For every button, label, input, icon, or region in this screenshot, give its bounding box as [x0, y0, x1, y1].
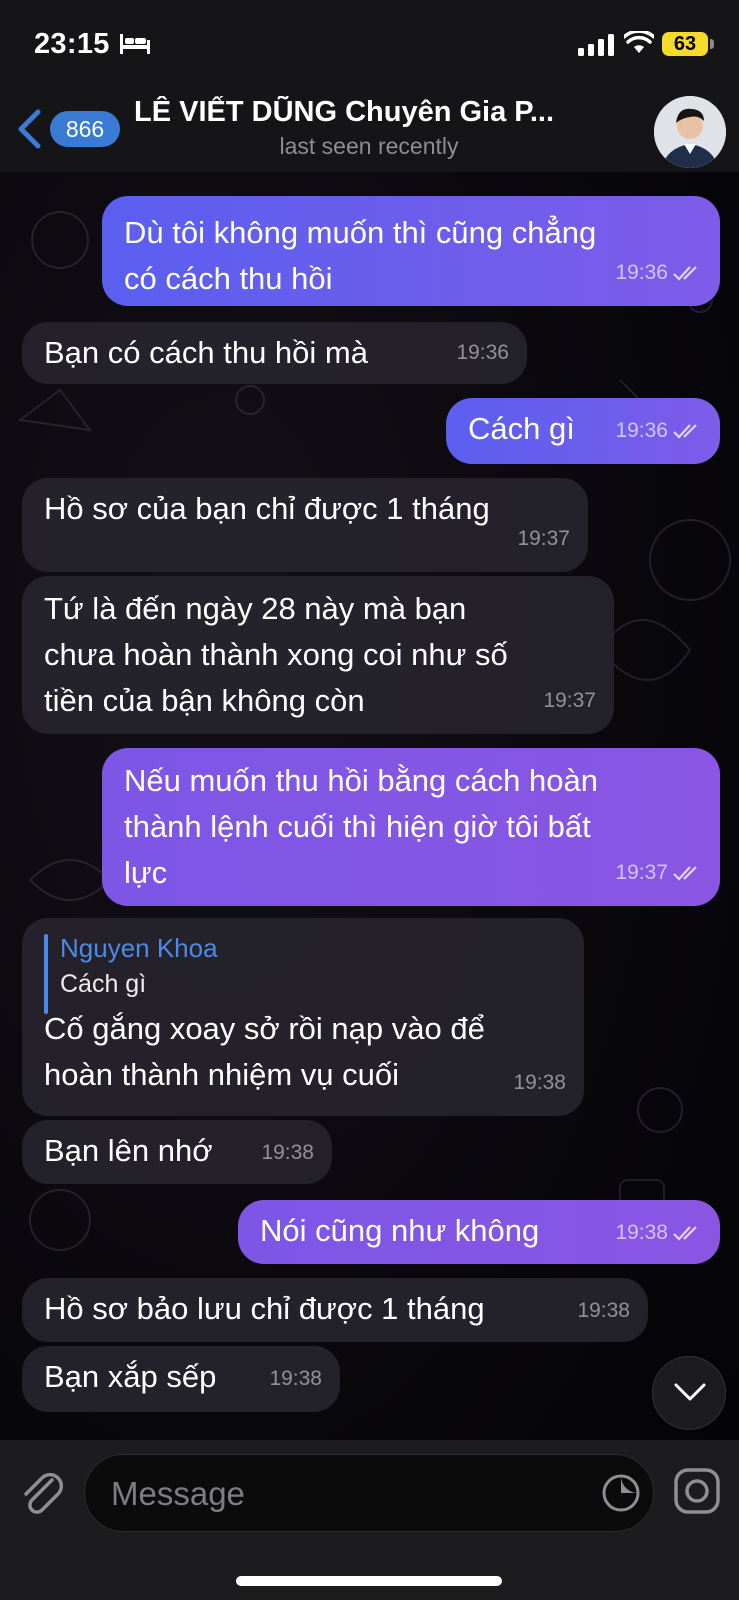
message-time: 19:38: [513, 1071, 566, 1094]
reply-author: Nguyen Khoa: [60, 933, 218, 963]
message-list[interactable]: Dù tôi không muốn thì cũng chẳng có cách…: [0, 172, 739, 1440]
message-incoming[interactable]: Tứ là đến ngày 28 này mà bạn chưa hoàn t…: [22, 576, 614, 734]
message-time: 19:38: [615, 1221, 668, 1244]
message-text: Hồ sơ của bạn chỉ được 1 tháng: [44, 491, 490, 526]
camera-icon[interactable]: [672, 1466, 722, 1516]
message-incoming[interactable]: Bạn có cách thu hồi mà 19:36: [22, 322, 527, 384]
message-text: Bạn lên nhớ: [44, 1133, 213, 1168]
message-incoming-reply[interactable]: Nguyen Khoa Cách gì Cố gắng xoay sở rồi …: [22, 918, 584, 1116]
message-outgoing[interactable]: Dù tôi không muốn thì cũng chẳng có cách…: [102, 196, 720, 306]
message-time: 19:38: [261, 1141, 314, 1164]
cellular-signal-icon: [578, 34, 614, 56]
chat-header: 23:15 63 866 LÊ VIẾT DŨNG Chuyên Gia P..…: [0, 0, 739, 172]
message-text: Nói cũng như không: [260, 1213, 540, 1248]
double-check-icon: [673, 1226, 697, 1241]
message-time: 19:36: [615, 261, 668, 284]
chevron-down-icon: [674, 1383, 706, 1401]
message-incoming[interactable]: Hồ sơ của bạn chỉ được 1 tháng 19:37: [22, 478, 588, 572]
message-time: 19:37: [517, 527, 570, 550]
status-bar: 23:15 63: [0, 0, 739, 90]
avatar[interactable]: [654, 96, 726, 168]
message-outgoing[interactable]: Nếu muốn thu hồi bằng cách hoàn thành lệ…: [102, 748, 720, 906]
message-text: Dù tôi không muốn thì cũng chẳng có cách…: [124, 215, 597, 296]
reply-text: Cách gì: [60, 970, 147, 998]
battery-tip: [710, 39, 714, 49]
message-time: 19:38: [269, 1367, 322, 1390]
message-composer: Message: [0, 1440, 739, 1600]
message-time: 19:37: [615, 861, 668, 884]
chevron-left-icon: [18, 109, 41, 149]
message-text: Tứ là đến ngày 28 này mà bạn chưa hoàn t…: [44, 591, 508, 718]
message-incoming[interactable]: Bạn lên nhớ 19:38: [22, 1120, 332, 1184]
back-button[interactable]: 866: [12, 105, 122, 151]
battery-level: 63: [662, 32, 708, 56]
chat-title[interactable]: LÊ VIẾT DŨNG Chuyên Gia P...: [134, 96, 604, 129]
message-text: Bạn xắp sếp: [44, 1359, 217, 1394]
status-time: 23:15: [34, 28, 110, 60]
message-time: 19:37: [543, 689, 596, 712]
message-placeholder: Message: [111, 1475, 245, 1512]
home-indicator: [236, 1576, 502, 1586]
message-input[interactable]: Message: [84, 1454, 654, 1532]
scroll-to-bottom-button[interactable]: [652, 1356, 726, 1430]
message-text: Cố gắng xoay sở rồi nạp vào để hoàn thàn…: [44, 1011, 485, 1092]
bed-icon: [120, 34, 150, 54]
message-text: Bạn có cách thu hồi mà: [44, 335, 368, 370]
message-time: 19:38: [577, 1299, 630, 1322]
message-incoming[interactable]: Hồ sơ bảo lưu chỉ được 1 tháng 19:38: [22, 1278, 648, 1342]
double-check-icon: [673, 266, 697, 281]
message-time: 19:36: [615, 419, 668, 442]
message-text: Hồ sơ bảo lưu chỉ được 1 tháng: [44, 1291, 485, 1326]
reply-preview[interactable]: Nguyen Khoa Cách gì: [44, 930, 562, 1014]
double-check-icon: [673, 866, 697, 881]
unread-count-badge: 866: [50, 111, 120, 147]
message-time: 19:36: [456, 341, 509, 364]
chat-status: last seen recently: [279, 133, 459, 159]
reply-bar: [44, 934, 48, 1014]
message-text: Nếu muốn thu hồi bằng cách hoàn thành lệ…: [124, 763, 598, 890]
message-outgoing[interactable]: Cách gì 19:36: [446, 398, 720, 464]
double-check-icon: [673, 424, 697, 439]
paperclip-icon[interactable]: [18, 1466, 66, 1520]
sticker-icon[interactable]: [599, 1471, 643, 1515]
wifi-icon: [624, 31, 654, 53]
message-outgoing[interactable]: Nói cũng như không 19:38: [238, 1200, 720, 1264]
message-incoming[interactable]: Bạn xắp sếp 19:38: [22, 1346, 340, 1412]
message-text: Cách gì: [468, 411, 575, 446]
